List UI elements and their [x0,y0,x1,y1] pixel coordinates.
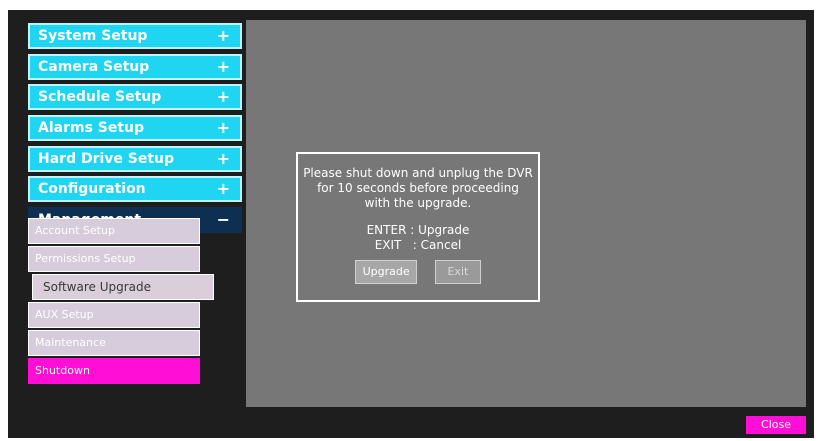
exit-hint: EXIT : Cancel [374,238,462,252]
expand-icon: + [216,87,230,107]
menu-item-configuration[interactable]: Configuration + [28,176,242,203]
menu-item-label: System Setup [38,28,148,44]
collapse-icon: − [216,210,230,230]
dialog-message-line: with the upgrade. [364,196,472,210]
expand-icon: + [216,179,230,199]
menu-item-label: Alarms Setup [38,120,145,137]
expand-icon: + [216,148,230,168]
upgrade-dialog: Please shut down and unplug the DVR for … [296,152,540,302]
exit-button[interactable]: Exit [434,260,481,284]
expand-icon: + [216,26,230,45]
menu-item-camera-setup[interactable]: Camera Setup + [28,53,242,80]
menu-item-hard-drive-setup[interactable]: Hard Drive Setup + [28,145,242,172]
submenu-item-shutdown[interactable]: Shutdown [28,358,200,384]
submenu-item-account-setup[interactable]: Account Setup [28,218,200,244]
dialog-buttons: Upgrade Exit [298,260,538,284]
menu-item-label: Schedule Setup [38,89,162,106]
submenu-item-software-upgrade[interactable]: Software Upgrade [32,274,214,300]
menu-item-label: Configuration [38,181,146,198]
submenu-item-aux-setup[interactable]: AUX Setup [28,302,200,328]
close-button[interactable]: Close [746,416,806,434]
dialog-key-hints: ENTER : Upgrade EXIT : Cancel [298,223,538,253]
expand-icon: + [216,118,230,138]
upgrade-button[interactable]: Upgrade [355,260,418,284]
menu-item-alarms-setup[interactable]: Alarms Setup + [28,115,242,142]
dialog-message-line: Please shut down and unplug the DVR [303,166,533,180]
dvr-screen: System Setup + Camera Setup + Schedule S… [8,10,814,438]
menu-item-schedule-setup[interactable]: Schedule Setup + [28,84,242,111]
content-panel: Please shut down and unplug the DVR for … [246,20,806,407]
menu-item-label: Camera Setup [38,58,150,75]
expand-icon: + [216,56,230,76]
dialog-message: Please shut down and unplug the DVR for … [298,166,538,211]
dialog-message-line: for 10 seconds before proceeding [317,181,519,195]
enter-hint: ENTER : Upgrade [366,223,470,237]
submenu-item-permissions-setup[interactable]: Permissions Setup [28,246,200,272]
submenu-item-maintenance[interactable]: Maintenance [28,330,200,356]
main-menu: System Setup + Camera Setup + Schedule S… [28,23,242,238]
menu-item-label: Hard Drive Setup [38,150,175,167]
menu-item-system-setup[interactable]: System Setup + [28,23,242,49]
